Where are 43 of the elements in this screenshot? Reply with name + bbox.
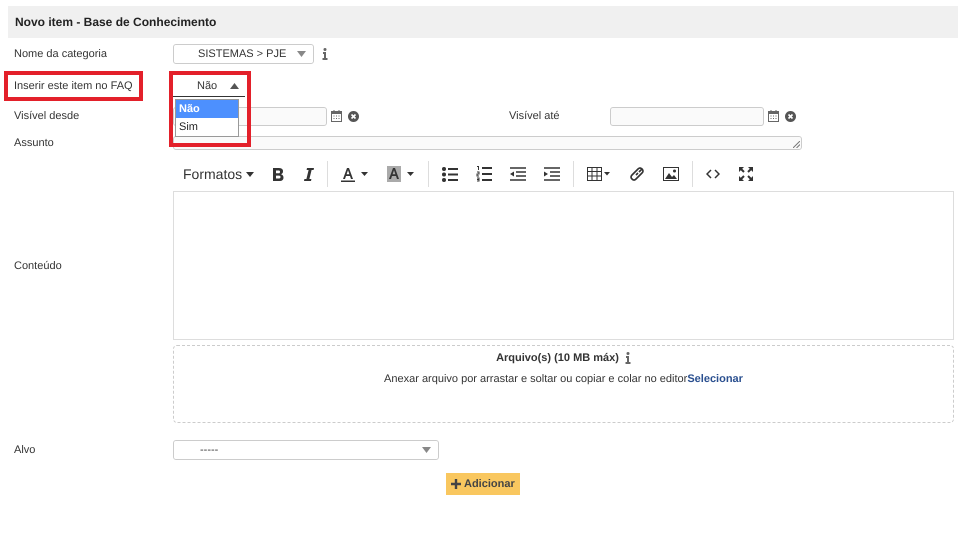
category-select[interactable]: SISTEMAS > PJE [173,44,314,64]
link-icon [629,166,646,182]
clear-icon [785,110,796,122]
field-label: Visível desde [13,110,80,122]
target-select[interactable]: ----- [173,440,439,460]
formats-dropdown[interactable]: Formatos [177,161,264,187]
text-color-icon [341,166,370,182]
code-icon [706,169,720,179]
fullscreen-icon [738,166,754,182]
outdent-icon [510,167,526,181]
clear-icon [348,110,359,122]
numbered-list-icon [476,166,492,182]
info-icon [624,352,631,364]
drop-hint: Anexar arquivo por arrastar e soltar ou copiar e colar no editor [384,373,688,385]
info-icon [322,48,328,60]
drop-zone[interactable]: Arquivo(s) (10 MB máx) Anexar arquivo por arrastar e soltar ou copiar e colar no editorSelecionar [173,345,954,423]
calendar-icon [331,110,342,122]
field-label: Conteúdo [13,260,63,272]
bullet-list-icon [442,166,458,182]
table-icon [587,167,612,181]
page-title: Novo item - Base de Conhecimento [15,15,216,29]
date-field[interactable] [610,106,764,126]
field-label: Visível até [509,110,561,122]
attachment-title: Arquivo(s) (10 MB máx) [496,352,619,364]
caret-up-icon [230,82,239,88]
dropdown-option[interactable]: Sim [176,118,238,136]
indent-icon [544,167,560,181]
caret-down-icon [297,51,306,57]
bold-icon [272,166,284,182]
field-label: Alvo [13,444,36,456]
resize-grip-icon [793,141,800,148]
plus-icon [451,479,461,489]
select-link[interactable]: Selecionar [687,373,743,385]
subject-field[interactable] [173,136,802,150]
caret-down-icon [246,172,254,176]
italic-icon [302,166,314,182]
field-label: Nome da categoria [13,48,108,60]
add-button[interactable]: Adicionar [446,473,520,495]
field-label: Assunto [13,137,55,149]
caret-down-icon [422,447,431,453]
image-icon [663,167,680,181]
calendar-icon [768,110,779,122]
highlight-color-icon [387,166,416,182]
